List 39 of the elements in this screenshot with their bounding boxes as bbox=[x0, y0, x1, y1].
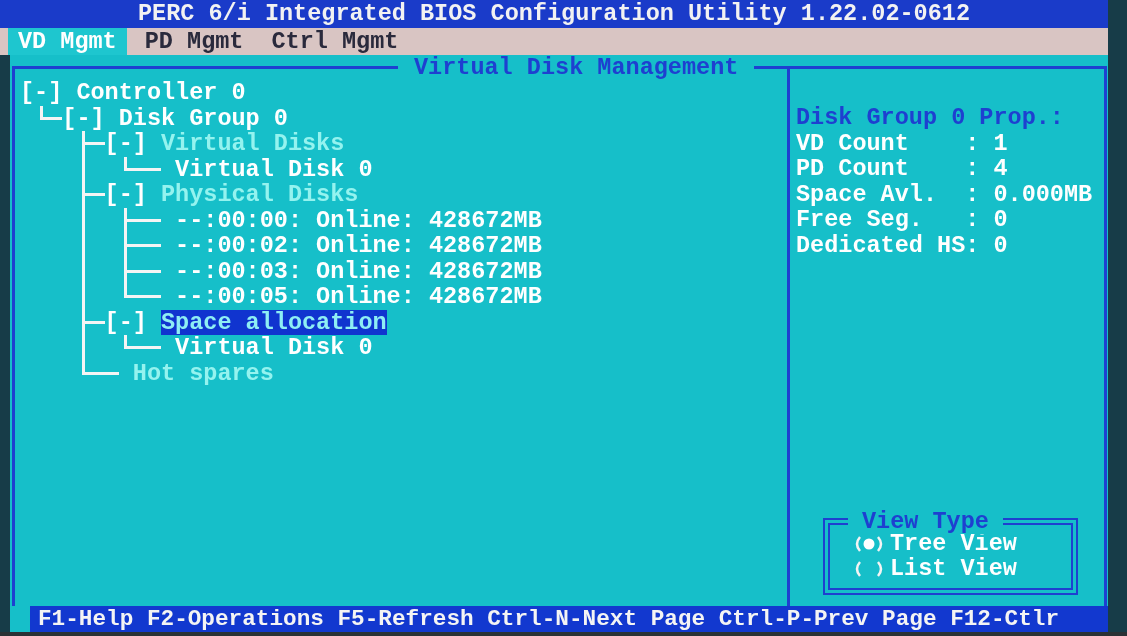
tree-item[interactable]: Controller 0 bbox=[76, 80, 246, 106]
view-type-title: View Type bbox=[848, 509, 1003, 534]
tree-item[interactable]: Virtual Disk 0 bbox=[175, 156, 373, 182]
menu-tab[interactable]: PD Mgmt bbox=[134, 28, 254, 55]
tree-item[interactable]: Disk Group 0 bbox=[118, 105, 288, 131]
key-hint: F1-Help bbox=[38, 606, 134, 632]
expand-toggle[interactable]: [-] bbox=[20, 80, 63, 106]
property-row: Free Seg. : 0 bbox=[796, 207, 1008, 233]
key-hint: F2-Operations bbox=[146, 606, 324, 632]
key-hint: Ctrl-N-Next Page bbox=[487, 606, 706, 632]
tree-item[interactable]: Virtual Disks bbox=[161, 131, 345, 157]
tree-item[interactable]: Hot spares bbox=[132, 360, 274, 386]
expand-toggle[interactable]: [-] bbox=[104, 182, 147, 208]
tree-item[interactable]: --:00:05: Online: 428672MB bbox=[175, 284, 542, 310]
tree-item[interactable]: --:00:02: Online: 428672MB bbox=[175, 233, 542, 259]
tree-item[interactable]: Physical Disks bbox=[161, 182, 359, 208]
app-title: PERC 6/i Integrated BIOS Configuration Utility 1.22.02-0612 bbox=[137, 0, 970, 28]
radio-icon[interactable] bbox=[854, 560, 884, 577]
expand-toggle[interactable]: [-] bbox=[62, 105, 105, 131]
key-hint: F5-Refresh bbox=[337, 606, 474, 632]
expand-toggle[interactable]: [-] bbox=[104, 131, 147, 157]
tree-item[interactable]: --:00:03: Online: 428672MB bbox=[175, 258, 542, 284]
property-row: VD Count : 1 bbox=[796, 130, 1008, 156]
tree-line bbox=[124, 207, 161, 233]
tree-line bbox=[124, 156, 161, 171]
key-hint: Ctrl-P-Prev Page bbox=[718, 606, 937, 632]
tree-line bbox=[124, 233, 161, 259]
menu-tab[interactable]: VD Mgmt bbox=[8, 28, 127, 55]
tree-line bbox=[39, 105, 63, 120]
radio-icon[interactable] bbox=[854, 535, 884, 552]
properties-heading: Disk Group 0 Prop.: bbox=[796, 105, 1064, 131]
radio-label[interactable]: List View bbox=[890, 556, 1017, 581]
property-row: PD Count : 4 bbox=[796, 156, 1008, 182]
panel-title: Virtual Disk Management bbox=[398, 55, 755, 81]
property-row: Space Avl. : 0.000MB bbox=[796, 181, 1093, 207]
property-row: Dedicated HS: 0 bbox=[796, 232, 1008, 258]
menu-tab[interactable]: Ctrl Mgmt bbox=[261, 28, 409, 55]
tree-item[interactable]: --:00:00: Online: 428672MB bbox=[175, 207, 542, 233]
key-hint: F12-Ctlr bbox=[950, 606, 1060, 632]
